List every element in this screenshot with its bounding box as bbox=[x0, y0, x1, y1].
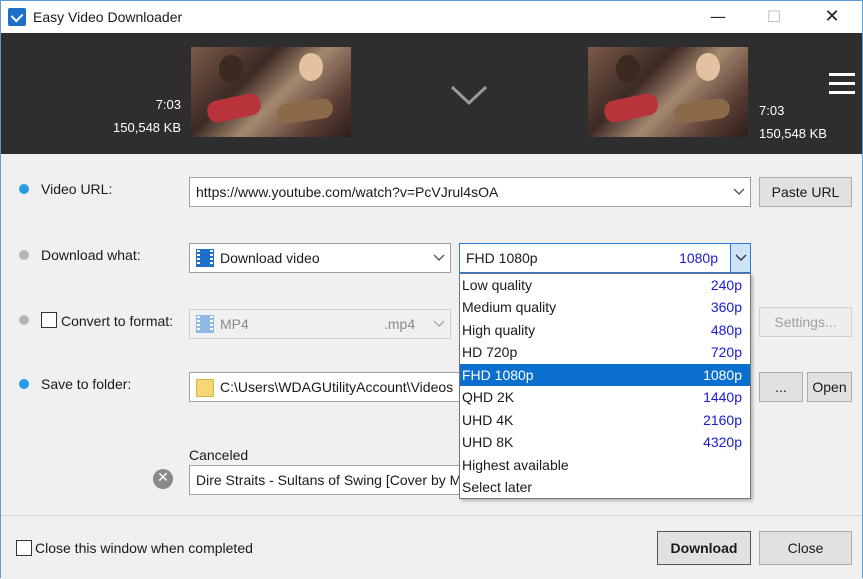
quality-dropdown-list: Low quality 240p Medium quality 360p High … bbox=[459, 273, 751, 499]
quality-option-select-later[interactable]: Select later bbox=[460, 476, 750, 498]
quality-selected-value: 1080p bbox=[679, 250, 718, 266]
quality-option-uhd4k[interactable]: UHD 4K 2160p bbox=[460, 409, 750, 431]
convert-format-checkbox[interactable] bbox=[41, 312, 57, 328]
settings-button: Settings... bbox=[759, 307, 852, 337]
quality-option-highest[interactable]: Highest available bbox=[460, 454, 750, 476]
option-name: QHD 2K bbox=[462, 389, 515, 405]
chevron-down-icon bbox=[433, 320, 445, 327]
film-icon bbox=[196, 315, 214, 333]
cancel-icon[interactable]: ✕ bbox=[153, 469, 173, 489]
option-value: 360p bbox=[710, 299, 742, 315]
save-folder-path: C:\Users\WDAGUtilityAccount\Videos bbox=[220, 379, 454, 395]
output-thumbnail bbox=[588, 47, 748, 137]
quality-dropdown-button[interactable] bbox=[730, 244, 750, 272]
quality-option-low[interactable]: Low quality 240p bbox=[460, 274, 750, 296]
chevron-down-icon[interactable] bbox=[732, 178, 746, 206]
output-video-meta: 7:03 150,548 KB bbox=[759, 103, 839, 141]
download-status-label: Canceled bbox=[189, 447, 249, 463]
download-what-status-dot bbox=[19, 250, 29, 260]
quality-option-qhd2k[interactable]: QHD 2K 1440p bbox=[460, 386, 750, 408]
download-button[interactable]: Download bbox=[657, 531, 751, 565]
chevron-down-icon bbox=[450, 85, 488, 106]
option-name: UHD 4K bbox=[462, 412, 514, 428]
maximize-button[interactable]: ☐ bbox=[751, 1, 797, 33]
menu-icon[interactable] bbox=[829, 73, 855, 95]
video-url-status-dot bbox=[19, 184, 29, 194]
download-what-select[interactable]: Download video bbox=[189, 243, 451, 273]
window-title: Easy Video Downloader bbox=[33, 9, 183, 25]
quality-option-uhd8k[interactable]: UHD 8K 4320p bbox=[460, 431, 750, 453]
source-duration: 7:03 bbox=[155, 97, 181, 112]
download-what-value: Download video bbox=[220, 250, 320, 266]
option-name: Medium quality bbox=[462, 299, 557, 315]
download-what-label: Download what: bbox=[41, 247, 141, 263]
minimize-button[interactable]: — bbox=[695, 1, 741, 33]
quality-option-high[interactable]: High quality 480p bbox=[460, 319, 750, 341]
video-url-label: Video URL: bbox=[41, 181, 113, 197]
quality-selected-name: FHD 1080p bbox=[466, 250, 538, 266]
output-size: 150,548 KB bbox=[759, 126, 827, 141]
close-when-completed-checkbox[interactable] bbox=[16, 540, 32, 556]
footer: Close this window when completed Downloa… bbox=[1, 516, 862, 579]
convert-status-dot bbox=[19, 315, 29, 325]
source-thumbnail bbox=[191, 47, 351, 137]
quality-select[interactable]: FHD 1080p 1080p bbox=[459, 243, 751, 273]
convert-format-label: Convert to format: bbox=[61, 313, 174, 329]
film-icon bbox=[196, 249, 214, 267]
option-name: Select later bbox=[462, 479, 533, 495]
option-name: HD 720p bbox=[462, 344, 518, 360]
quality-option-hd720[interactable]: HD 720p 720p bbox=[460, 341, 750, 363]
video-url-input[interactable]: https://www.youtube.com/watch?v=PcVJrul4… bbox=[189, 177, 751, 207]
app-logo-icon bbox=[8, 8, 26, 26]
close-window-button[interactable]: ✕ bbox=[809, 1, 855, 33]
format-select: MP4 .mp4 bbox=[189, 309, 451, 339]
format-value: MP4 bbox=[220, 316, 249, 332]
quality-option-medium[interactable]: Medium quality 360p bbox=[460, 296, 750, 318]
option-name: FHD 1080p bbox=[462, 367, 534, 383]
browse-folder-button[interactable]: ... bbox=[759, 372, 803, 402]
video-url-value: https://www.youtube.com/watch?v=PcVJrul4… bbox=[196, 184, 499, 200]
option-value: 4320p bbox=[703, 434, 742, 450]
option-name: High quality bbox=[462, 322, 536, 338]
close-button[interactable]: Close bbox=[759, 531, 852, 565]
option-value: 2160p bbox=[703, 412, 742, 428]
download-filename: Dire Straits - Sultans of Swing [Cover b… bbox=[189, 465, 461, 495]
close-when-completed-label: Close this window when completed bbox=[35, 540, 253, 556]
option-value: 480p bbox=[710, 322, 742, 338]
source-size: 150,548 KB bbox=[113, 120, 181, 135]
chevron-down-icon bbox=[735, 254, 747, 261]
option-value: 720p bbox=[710, 344, 742, 360]
open-folder-button[interactable]: Open bbox=[807, 372, 852, 402]
option-name: Highest available bbox=[462, 457, 569, 473]
folder-icon bbox=[196, 379, 214, 397]
video-preview-header: 7:03 150,548 KB 7:03 150,548 KB bbox=[1, 33, 862, 154]
option-value: 1080p bbox=[703, 367, 742, 383]
chevron-down-icon[interactable] bbox=[432, 244, 446, 272]
save-folder-status-dot bbox=[19, 379, 29, 389]
save-folder-input[interactable]: C:\Users\WDAGUtilityAccount\Videos bbox=[189, 372, 461, 402]
option-value: 240p bbox=[710, 277, 742, 293]
app-window: Easy Video Downloader — ☐ ✕ 7:03 150,548… bbox=[0, 0, 863, 579]
paste-url-button[interactable]: Paste URL bbox=[759, 177, 852, 207]
title-bar: Easy Video Downloader — ☐ ✕ bbox=[1, 1, 862, 33]
option-value: 1440p bbox=[703, 389, 742, 405]
save-folder-label: Save to folder: bbox=[41, 376, 132, 392]
format-extension: .mp4 bbox=[384, 316, 416, 332]
quality-option-fhd1080[interactable]: FHD 1080p 1080p bbox=[460, 364, 750, 386]
option-name: UHD 8K bbox=[462, 434, 514, 450]
output-duration: 7:03 bbox=[759, 103, 785, 118]
option-name: Low quality bbox=[462, 277, 533, 293]
source-video-meta: 7:03 150,548 KB bbox=[101, 97, 181, 135]
